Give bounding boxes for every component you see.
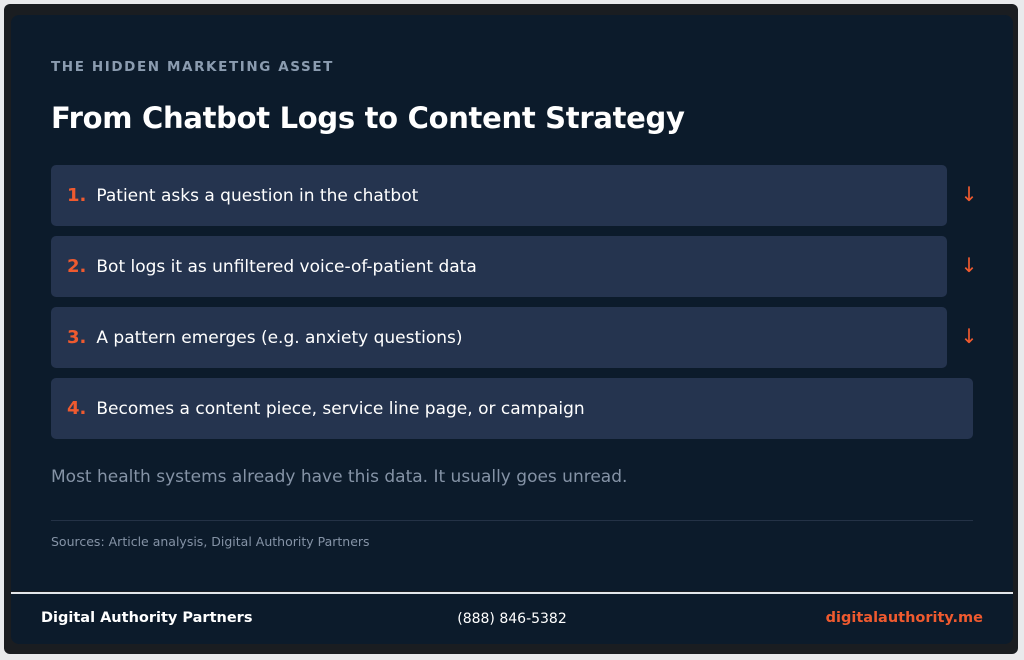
step-text: Becomes a content piece, service line pa… bbox=[96, 398, 585, 419]
arrow-down-icon: ↓ bbox=[960, 324, 978, 348]
step-number: 1. bbox=[67, 185, 87, 206]
eyebrow-label: THE HIDDEN MARKETING ASSET bbox=[51, 59, 334, 75]
step-item-4: 4. Becomes a content piece, service line… bbox=[51, 378, 987, 439]
footer-bar: Digital Authority Partners (888) 846-538… bbox=[11, 594, 1013, 644]
step-number: 3. bbox=[67, 327, 87, 348]
step-number: 4. bbox=[67, 398, 87, 419]
step-text: Bot logs it as unfiltered voice-of-patie… bbox=[96, 256, 477, 277]
step-item-3: 3. A pattern emerges (e.g. anxiety quest… bbox=[51, 307, 987, 368]
step-item-2: 2. Bot logs it as unfiltered voice-of-pa… bbox=[51, 236, 987, 297]
sources-caption: Sources: Article analysis, Digital Autho… bbox=[51, 534, 370, 549]
step-item-1: 1. Patient asks a question in the chatbo… bbox=[51, 165, 987, 226]
divider bbox=[51, 520, 973, 521]
step-text: Patient asks a question in the chatbot bbox=[96, 185, 419, 206]
footer-website-link[interactable]: digitalauthority.me bbox=[826, 610, 983, 626]
step-box-1: 1. Patient asks a question in the chatbo… bbox=[51, 165, 947, 226]
step-box-2: 2. Bot logs it as unfiltered voice-of-pa… bbox=[51, 236, 947, 297]
steps-list: 1. Patient asks a question in the chatbo… bbox=[51, 165, 987, 449]
step-number: 2. bbox=[67, 256, 87, 277]
step-box-3: 3. A pattern emerges (e.g. anxiety quest… bbox=[51, 307, 947, 368]
arrow-down-icon: ↓ bbox=[960, 253, 978, 277]
summary-note: Most health systems already have this da… bbox=[51, 467, 628, 487]
step-box-4: 4. Becomes a content piece, service line… bbox=[51, 378, 973, 439]
page-title: From Chatbot Logs to Content Strategy bbox=[51, 101, 685, 135]
arrow-down-icon: ↓ bbox=[960, 182, 978, 206]
infographic-card: THE HIDDEN MARKETING ASSET From Chatbot … bbox=[11, 15, 1013, 591]
step-text: A pattern emerges (e.g. anxiety question… bbox=[96, 327, 463, 348]
